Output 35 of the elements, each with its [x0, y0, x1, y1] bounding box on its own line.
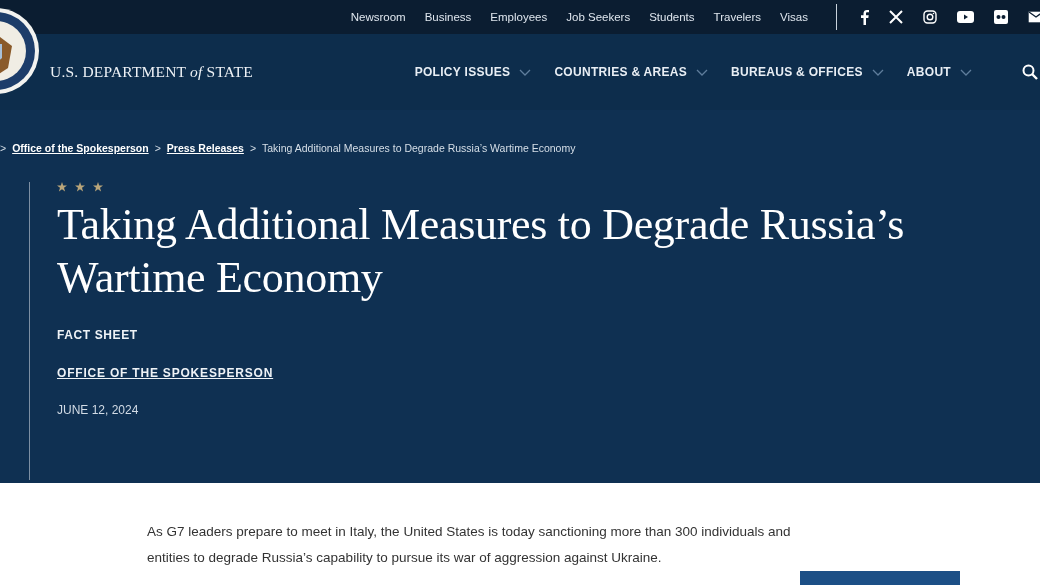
chevron-down-icon	[696, 68, 709, 76]
breadcrumb-link[interactable]: Office of the Spokesperson	[12, 142, 149, 154]
chevron-down-icon	[960, 68, 972, 76]
chevron-down-icon	[871, 68, 884, 76]
chevron-down-icon	[519, 68, 532, 76]
top-link[interactable]: Newsroom	[350, 11, 406, 23]
nav-menu-item[interactable]: BUREAUS & OFFICES	[731, 65, 884, 79]
stars-icon	[57, 182, 103, 192]
page-title: Taking Additional Measures to Degrade Russia’s Wartime Economy	[57, 199, 906, 304]
top-link[interactable]: Travelers	[713, 11, 762, 23]
top-link[interactable]: Visas	[780, 11, 808, 23]
top-link[interactable]: Business	[424, 11, 472, 23]
envelope-icon[interactable]	[1028, 11, 1040, 23]
top-link[interactable]: Job Seekers	[566, 11, 631, 23]
search-icon[interactable]	[1022, 64, 1038, 80]
instagram-icon[interactable]	[923, 10, 937, 24]
video-play-icon[interactable]	[957, 11, 974, 23]
nav-menu-item[interactable]: POLICY ISSUES	[414, 65, 532, 79]
x-icon[interactable]	[889, 10, 903, 24]
author-link[interactable]: OFFICE OF THE SPOKESPERSON	[57, 366, 274, 380]
logo-wordmark[interactable]: U.S. DEPARTMENT of STATE	[50, 63, 253, 81]
breadcrumb-current: Taking Additional Measures to Degrade Russia’s Wartime Economy	[262, 142, 576, 154]
breadcrumb-separator: >	[154, 142, 161, 154]
breadcrumb-separator: >	[249, 142, 257, 154]
intro-paragraph: As G7 leaders prepare to meet in Italy, the United States is today sanctioning more than 300 individuals and entities to degrade Russia’s capability to pursue its war of aggression against Ukraine.	[146, 523, 792, 567]
breadcrumb-separator: >	[0, 142, 7, 154]
publish-date: JUNE 12, 2024	[57, 403, 140, 417]
top-link[interactable]: Students	[649, 11, 695, 23]
dots-square-icon[interactable]	[994, 10, 1008, 24]
nav-menu-item[interactable]: ABOUT	[906, 65, 972, 79]
article-type: FACT SHEET	[57, 328, 139, 342]
facebook-icon[interactable]	[861, 9, 869, 25]
nav-menu-item[interactable]: COUNTRIES & AREAS	[554, 65, 709, 79]
top-link[interactable]: Employees	[490, 11, 548, 23]
breadcrumb-link[interactable]: Press Releases	[166, 142, 244, 154]
